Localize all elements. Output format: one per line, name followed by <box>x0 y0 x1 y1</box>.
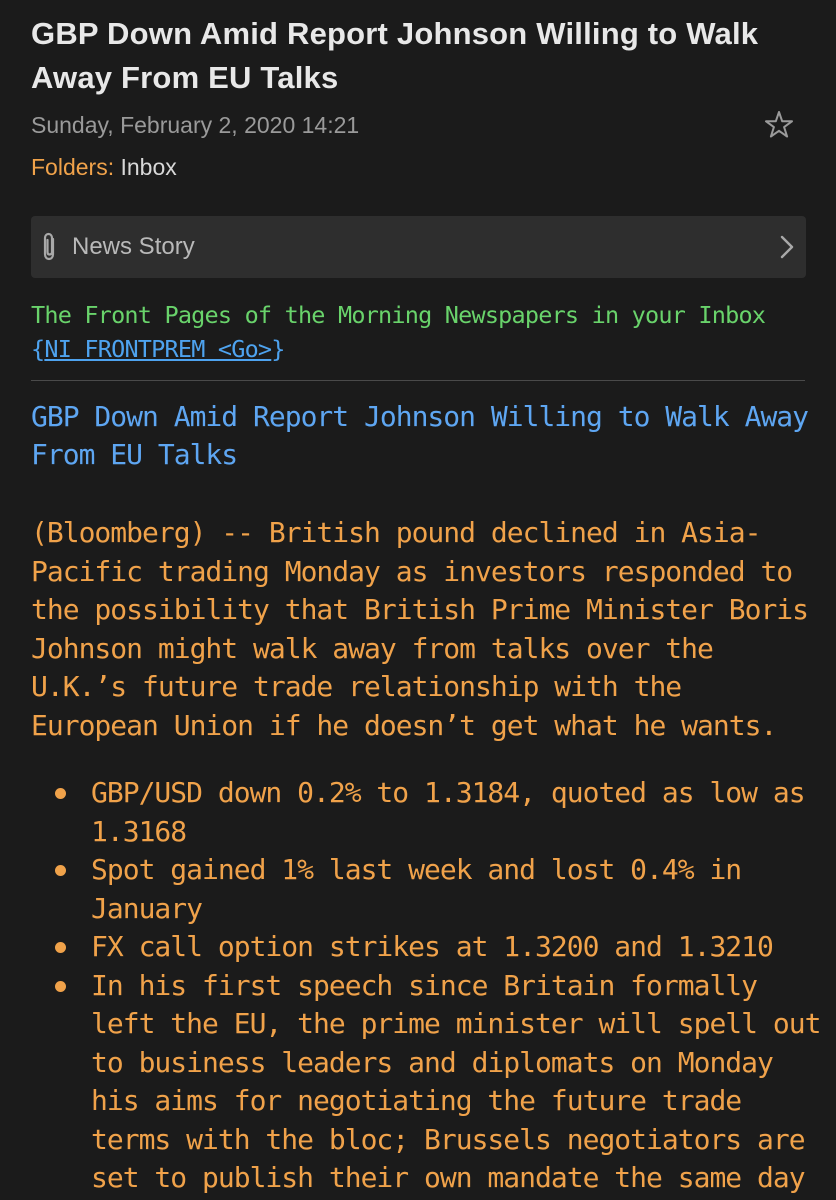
bullet-dot-icon <box>55 865 66 876</box>
promo-brace-close: } <box>271 335 285 363</box>
bullet-dot-icon <box>55 942 66 953</box>
list-item: FX call option strikes at 1.3200 and 1.3… <box>31 928 821 967</box>
promo-brace-open: { <box>31 335 45 363</box>
story-lead-paragraph: (Bloomberg) -- British pound declined in… <box>31 516 809 742</box>
bullet-text: In his first speech since Britain formal… <box>91 968 821 1195</box>
bullet-text: FX call option strikes at 1.3200 and 1.3… <box>91 930 774 963</box>
bullet-dot-icon <box>55 788 66 799</box>
list-item: Spot gained 1% last week and lost 0.4% i… <box>31 851 821 928</box>
attachment-label: News Story <box>72 233 195 260</box>
list-item: In his first speech since Britain formal… <box>31 967 821 1198</box>
news-story-attachment[interactable]: News Story <box>31 216 806 278</box>
story-headline: GBP Down Amid Report Johnson Willing to … <box>31 400 809 471</box>
message-date: Sunday, February 2, 2020 14:21 <box>31 112 360 138</box>
promo-text: The Front Pages of the Morning Newspaper… <box>31 301 766 329</box>
promo-block: The Front Pages of the Morning Newspaper… <box>31 298 811 366</box>
folders-value[interactable]: Inbox <box>120 154 176 180</box>
bullet-text: Spot gained 1% last week and lost 0.4% i… <box>91 853 742 925</box>
message-header: GBP Down Amid Report Johnson Willing to … <box>31 12 771 100</box>
promo-link[interactable]: NI FRONTPREM <Go> <box>44 335 272 363</box>
paperclip-icon <box>39 231 61 263</box>
divider <box>31 380 805 381</box>
list-item: GBP/USD down 0.2% to 1.3184, quoted as l… <box>31 774 821 851</box>
bullet-dot-icon <box>55 980 66 992</box>
folders-line: Folders: Inbox <box>31 152 177 182</box>
bullet-text: GBP/USD down 0.2% to 1.3184, quoted as l… <box>91 776 806 848</box>
story-bullet-list: GBP/USD down 0.2% to 1.3184, quoted as l… <box>31 774 821 1198</box>
folders-label: Folders: <box>31 154 115 180</box>
message-title: GBP Down Amid Report Johnson Willing to … <box>31 16 759 95</box>
chevron-right-icon <box>780 235 794 259</box>
star-icon[interactable] <box>762 108 796 142</box>
